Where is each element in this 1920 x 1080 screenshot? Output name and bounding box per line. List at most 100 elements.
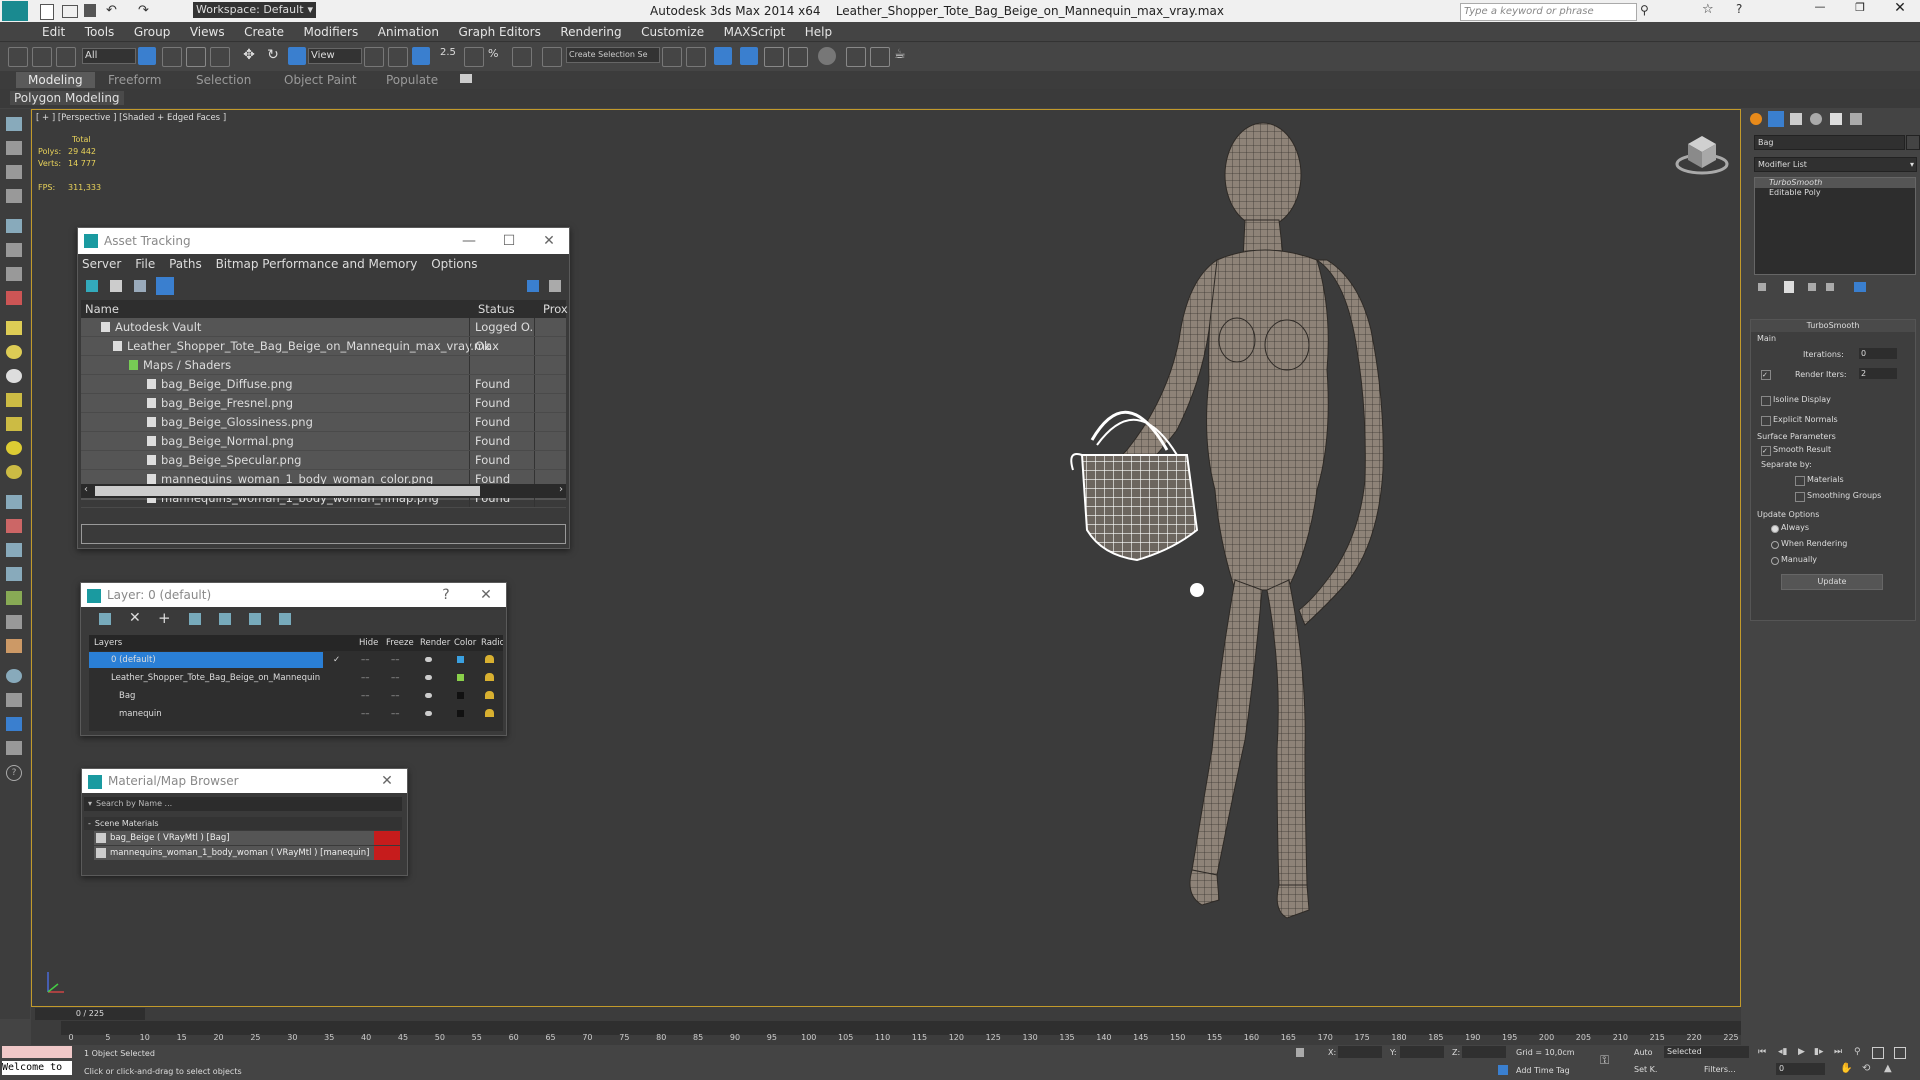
workspace-dropdown[interactable]: Workspace: Default ▾ — [193, 2, 316, 18]
undo-icon[interactable]: ↶ — [106, 3, 117, 18]
isoline-checkbox[interactable] — [1761, 396, 1771, 406]
tool-icon-17[interactable] — [6, 519, 22, 533]
tool-icon-18[interactable] — [6, 543, 22, 557]
menu-server[interactable]: Server — [82, 257, 121, 271]
update-button[interactable]: Update — [1781, 574, 1883, 590]
menu-animation[interactable]: Animation — [370, 22, 447, 42]
maximize-viewport-icon[interactable] — [1894, 1047, 1906, 1059]
play-icon[interactable]: ▶ — [1798, 1047, 1805, 1057]
tool-icon-6[interactable] — [6, 243, 22, 257]
go-to-start-icon[interactable]: ⏮ — [1758, 1047, 1766, 1057]
time-tag-icon[interactable] — [1498, 1065, 1508, 1075]
menu-customize[interactable]: Customize — [633, 22, 712, 42]
tool-icon-16[interactable] — [6, 495, 22, 509]
maximize-button[interactable]: ❐ — [1840, 1, 1880, 14]
object-name-field[interactable]: Bag — [1754, 135, 1905, 150]
freeze-toggle[interactable]: –– — [391, 687, 400, 705]
tool-icon-26[interactable] — [6, 741, 22, 755]
tool-icon-14[interactable] — [6, 441, 22, 455]
menu-bitmap-performance[interactable]: Bitmap Performance and Memory — [216, 257, 418, 271]
angle-snap-icon[interactable] — [464, 47, 484, 67]
next-frame-icon[interactable]: ▮▸ — [1814, 1047, 1823, 1057]
field-of-view-icon[interactable]: ▲ — [1884, 1063, 1892, 1074]
time-slider[interactable]: 0 / 225 — [35, 1008, 145, 1020]
hide-toggle[interactable]: –– — [361, 687, 370, 705]
save-file-icon[interactable] — [84, 4, 96, 17]
scene-materials-section[interactable]: - Scene Materials — [84, 817, 402, 830]
material-browser-titlebar[interactable]: Material/Map Browser ✕ — [82, 769, 407, 793]
zoom-icon[interactable]: ⚲ — [1854, 1047, 1861, 1057]
render-teapot-icon[interactable] — [425, 711, 432, 716]
tool-icon-13[interactable] — [6, 417, 22, 431]
menu-modifiers[interactable]: Modifiers — [295, 22, 366, 42]
menu-rendering[interactable]: Rendering — [552, 22, 629, 42]
scroll-thumb[interactable] — [95, 486, 480, 496]
menu-help[interactable]: Help — [797, 22, 840, 42]
tool-icon-1[interactable] — [6, 117, 22, 131]
layer-row[interactable]: 0 (default) –– –– ✓ — [89, 651, 503, 669]
set-key-button[interactable]: Set K. — [1634, 1065, 1657, 1074]
hide-all-icon[interactable] — [249, 613, 261, 625]
layer-row[interactable]: Bag –– –– — [89, 687, 503, 705]
layer-titlebar[interactable]: Layer: 0 (default) ? ✕ — [81, 583, 506, 607]
asset-row[interactable]: Leather_Shopper_Tote_Bag_Beige_on_Manneq… — [81, 337, 566, 356]
keyboard-shortcut-icon[interactable] — [412, 47, 430, 65]
z-coord-field[interactable] — [1462, 1046, 1506, 1058]
selection-filter-dropdown[interactable]: All — [82, 48, 136, 64]
help-icon[interactable]: ? — [1736, 2, 1742, 16]
scroll-left-icon[interactable]: ‹ — [84, 484, 88, 495]
asset-path-field[interactable] — [81, 524, 566, 544]
menu-tools[interactable]: Tools — [77, 22, 123, 42]
menu-views[interactable]: Views — [182, 22, 233, 42]
tool-icon-5[interactable] — [6, 219, 22, 233]
tool-icon-12[interactable] — [6, 393, 22, 407]
tool-icon-23[interactable] — [6, 669, 22, 683]
asset-tracking-titlebar[interactable]: Asset Tracking — ☐ ✕ — [78, 228, 569, 254]
align-icon[interactable] — [686, 47, 706, 67]
rendered-frame-icon[interactable] — [870, 47, 890, 67]
smooth-result-checkbox[interactable]: ✓ — [1761, 446, 1771, 456]
show-end-result-icon[interactable] — [1784, 281, 1794, 293]
rollout-header[interactable]: TurboSmooth — [1751, 320, 1915, 332]
display-tab-icon[interactable] — [1830, 113, 1842, 125]
smoothing-groups-checkbox[interactable] — [1795, 492, 1805, 502]
when-rendering-radio[interactable] — [1771, 541, 1779, 549]
tool-icon-11[interactable] — [6, 369, 22, 383]
scale-icon[interactable] — [288, 47, 306, 65]
menu-options[interactable]: Options — [431, 257, 477, 271]
help-icon[interactable] — [527, 280, 539, 292]
app-logo[interactable] — [2, 1, 28, 21]
modifier-list-dropdown[interactable]: Modifier List ▾ — [1754, 157, 1917, 172]
open-file-icon[interactable] — [62, 5, 78, 18]
tool-icon-2[interactable] — [6, 141, 22, 155]
radiosity-icon[interactable] — [485, 691, 494, 699]
hide-toggle[interactable]: –– — [361, 669, 370, 687]
reference-coord-dropdown[interactable]: View — [308, 48, 362, 64]
add-to-layer-icon[interactable]: + — [158, 609, 171, 627]
layer-color-swatch[interactable] — [457, 656, 464, 663]
tool-icon-25[interactable] — [6, 717, 22, 731]
graphite-ribbon-icon[interactable] — [740, 47, 758, 65]
menu-file[interactable]: File — [135, 257, 155, 271]
tab-freeform[interactable]: Freeform — [96, 72, 173, 88]
tab-object-paint[interactable]: Object Paint — [272, 72, 369, 88]
minimize-button[interactable]: — — [1800, 0, 1840, 13]
render-teapot-icon[interactable] — [425, 693, 432, 698]
track-bar[interactable] — [61, 1021, 1741, 1035]
collapse-icon[interactable]: - — [88, 819, 91, 828]
select-in-layer-icon[interactable] — [189, 613, 201, 625]
motion-tab-icon[interactable] — [1810, 113, 1822, 125]
create-tab-icon[interactable] — [1750, 113, 1762, 125]
create-layer-icon[interactable] — [99, 613, 111, 625]
pan-icon[interactable]: ✋ — [1840, 1063, 1852, 1074]
col-name[interactable]: Name — [85, 300, 119, 318]
lock-icon[interactable] — [1296, 1048, 1304, 1057]
remove-modifier-icon[interactable] — [1826, 283, 1834, 291]
key-filter-dropdown[interactable]: Selected — [1664, 1046, 1749, 1058]
iterations-spinner[interactable]: 0 — [1859, 348, 1897, 359]
radiosity-icon[interactable] — [485, 655, 494, 663]
settings-icon[interactable] — [549, 280, 561, 292]
layer-color-swatch[interactable] — [457, 710, 464, 717]
tab-populate[interactable]: Populate — [374, 72, 450, 88]
select-by-name-icon[interactable] — [162, 47, 182, 67]
